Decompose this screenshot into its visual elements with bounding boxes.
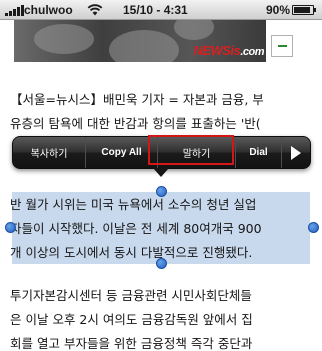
status-time: 15/10 - 4:31: [123, 3, 188, 17]
text-line: 투기자본감시센터 등 금융관련 시민사회단체들: [10, 288, 252, 303]
text-line: 자들이 시작했다. 이날은 전 세계 80여개국 900: [10, 221, 262, 236]
wifi-icon: [87, 4, 103, 16]
battery-icon: [292, 5, 314, 15]
dial-button[interactable]: Dial: [236, 137, 282, 168]
selection-handle-right[interactable]: [308, 222, 319, 233]
battery-percent: 90%: [266, 3, 291, 17]
text-line: 회를 열고 부자들을 위한 금융정책 즉각 중단과: [10, 336, 253, 351]
copy-button[interactable]: 복사하기: [13, 137, 86, 168]
highlight-box: [148, 135, 234, 165]
battery-nub: [314, 8, 316, 12]
article-image: NEWSis.com: [14, 20, 266, 62]
article-paragraph-2[interactable]: 반 월가 시위는 미국 뉴욕에서 소수의 청년 실업 자들이 시작했다. 이날은…: [10, 193, 310, 265]
text-line: 유층의 탐욕에 대한 반감과 항의를 표출하는 '반(: [10, 116, 261, 131]
collapse-button[interactable]: [271, 35, 293, 57]
more-options-button[interactable]: [282, 137, 310, 168]
status-bar: chulwoo 15/10 - 4:31 90%: [0, 0, 322, 20]
selection-handle-left[interactable]: [5, 222, 16, 233]
text-line: 은 이날 오후 2시 여의도 금융감독원 앞에서 집: [10, 312, 253, 327]
context-menu-pointer: [153, 168, 169, 177]
arrow-right-icon: [291, 145, 301, 160]
battery-fill: [294, 7, 311, 13]
selection-handle-top[interactable]: [156, 186, 167, 197]
newsis-logo: NEWSis.com: [193, 43, 264, 58]
selection-handle-bottom[interactable]: [156, 258, 167, 269]
article-paragraph-3: 투기자본감시센터 등 금융관련 시민사회단체들 은 이날 오후 2시 여의도 금…: [10, 284, 310, 351]
text-line: 【서울=뉴시스】배민욱 기자 = 자본과 금융, 부: [10, 92, 264, 107]
article-paragraph-1: 【서울=뉴시스】배민욱 기자 = 자본과 금융, 부 유층의 탐욕에 대한 반감…: [10, 88, 310, 136]
carrier-name: chulwoo: [24, 3, 73, 17]
